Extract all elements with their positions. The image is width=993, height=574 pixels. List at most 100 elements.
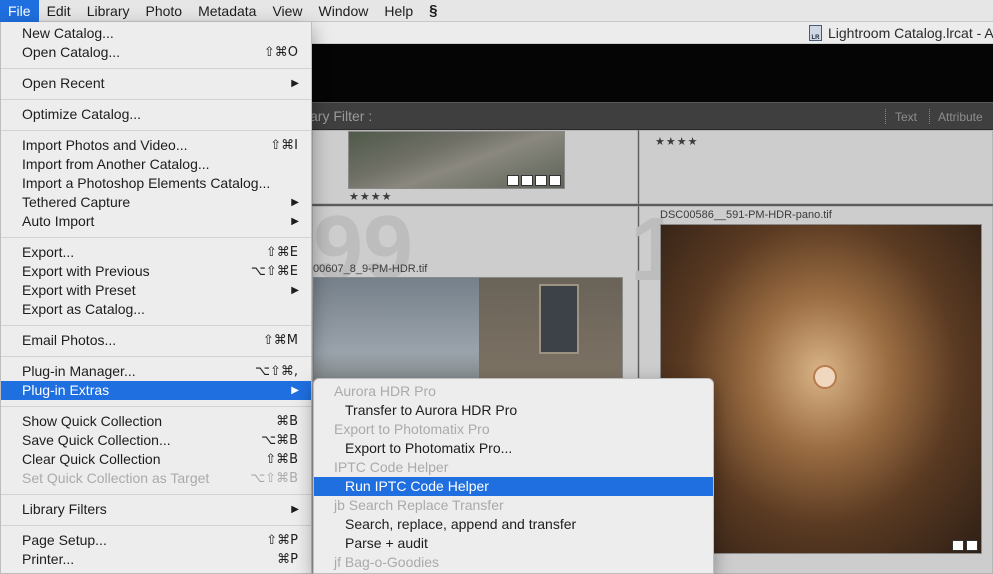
menu-item-label: Open Catalog... [22,44,121,60]
menu-item-transfer-aurora[interactable]: Transfer to Aurora HDR Pro [314,401,713,420]
menu-item-clear-quick-collection[interactable]: Clear Quick Collection ⇧⌘B [1,450,311,469]
menu-item-label: Auto Import [22,213,95,229]
file-menu: New Catalog... Open Catalog... ⇧⌘O Open R… [0,22,312,574]
menu-item-label: Open Recent [22,75,105,91]
menu-view[interactable]: View [264,0,310,22]
menu-item-plugin-manager[interactable]: Plug-in Manager... ⌥⇧⌘, [1,362,311,381]
shortcut-label: ⌥⇧⌘B [250,471,298,486]
menu-item-label: Tethered Capture [22,194,131,210]
shortcut-label: ⇧⌘B [265,452,298,467]
menu-item-label: Export... [22,244,75,260]
shortcut-label: ⇧⌘P [266,533,298,548]
menu-item-export-with-previous[interactable]: Export with Previous ⌥⇧⌘E [1,262,311,281]
submenu-arrow-icon: ▶ [291,285,299,296]
church-window [539,284,579,354]
menu-bar: File Edit Library Photo Metadata View Wi… [0,0,993,22]
menu-separator [1,494,311,495]
filter-divider [929,109,930,124]
menu-item-label: Clear Quick Collection [22,451,161,467]
menu-item-label: Export with Previous [22,263,150,279]
script-s-icon[interactable]: § [421,2,445,19]
filter-tab-attribute[interactable]: Attribute [938,110,983,124]
menu-photo[interactable]: Photo [137,0,190,22]
submenu-arrow-icon: ▶ [291,216,299,227]
plugin-extras-submenu: Aurora HDR Pro Transfer to Aurora HDR Pr… [313,378,714,574]
window-titlebar: LR Lightroom Catalog.lrcat - A [312,22,993,44]
menu-item-email-photos[interactable]: Email Photos... ⇧⌘M [1,331,311,350]
menu-item-printer[interactable]: Printer... ⌘P [1,550,311,569]
menu-item-label: Email Photos... [22,332,117,348]
menu-file[interactable]: File [0,0,39,22]
rose-window [813,365,837,389]
menu-item-label: Import from Another Catalog... [22,156,210,172]
menu-item-parse-audit[interactable]: Parse + audit [314,534,713,553]
menu-separator [1,237,311,238]
menu-item-export-photomatix[interactable]: Export to Photomatix Pro... [314,439,713,458]
grid-cell[interactable]: ★★★★ [312,130,638,204]
shortcut-label: ⌥⇧⌘E [250,264,298,279]
menu-separator [1,130,311,131]
menu-item-label: New Catalog... [22,25,114,41]
keyword-badge-icon[interactable] [952,540,964,551]
menu-item-label: Library Filters [22,501,107,517]
menu-item-label: Show Quick Collection [22,413,163,429]
menu-item-label: Export to Photomatix Pro... [345,440,513,456]
menu-item-import-elements-catalog[interactable]: Import a Photoshop Elements Catalog... [1,174,311,193]
develop-badge-icon[interactable] [549,175,561,186]
comment-badge-icon[interactable] [521,175,533,186]
menu-item-label: Import a Photoshop Elements Catalog... [22,175,271,191]
menu-item-run-iptc-code-helper[interactable]: Run IPTC Code Helper [314,477,713,496]
grid-cell[interactable]: ★★★★ [639,130,993,204]
menu-item-open-catalog[interactable]: Open Catalog... ⇧⌘O [1,43,311,62]
menu-item-library-filters[interactable]: Library Filters ▶ [1,500,311,519]
menu-item-export-with-preset[interactable]: Export with Preset ▶ [1,281,311,300]
star-rating[interactable]: ★★★★ [655,135,698,148]
shortcut-label: ⌥⌘B [261,433,298,448]
menu-item-import-another-catalog[interactable]: Import from Another Catalog... [1,155,311,174]
menu-item-save-quick-collection[interactable]: Save Quick Collection... ⌥⌘B [1,431,311,450]
thumbnail-badges [952,540,978,551]
identity-plate [312,44,993,102]
comment-badge-icon[interactable] [966,540,978,551]
shortcut-label: ⌘P [277,552,298,567]
library-filter-bar: ary Filter : Text Attribute [310,102,993,130]
menu-window[interactable]: Window [311,0,377,22]
menu-item-label: Transfer to Aurora HDR Pro [345,402,518,418]
photo-filename: DSC00586__591-PM-HDR-pano.tif [660,209,832,221]
menu-item-export-as-catalog[interactable]: Export as Catalog... [1,300,311,319]
menu-item-tethered-capture[interactable]: Tethered Capture ▶ [1,193,311,212]
menu-item-new-catalog[interactable]: New Catalog... [1,24,311,43]
menu-item-export[interactable]: Export... ⇧⌘E [1,243,311,262]
submenu-header-iptc: IPTC Code Helper [314,458,713,477]
menu-item-page-setup[interactable]: Page Setup... ⇧⌘P [1,531,311,550]
menu-separator [1,99,311,100]
menu-item-label: Import Photos and Video... [22,137,188,153]
menu-help[interactable]: Help [376,0,421,22]
menu-separator [1,68,311,69]
menu-item-set-quick-collection-target: Set Quick Collection as Target ⌥⇧⌘B [1,469,311,488]
menu-metadata[interactable]: Metadata [190,0,264,22]
menu-item-search-replace-transfer[interactable]: Search, replace, append and transfer [314,515,713,534]
keyword-badge-icon[interactable] [507,175,519,186]
menu-edit[interactable]: Edit [39,0,79,22]
shortcut-label: ⇧⌘M [262,333,298,348]
menu-item-plugin-extras[interactable]: Plug-in Extras ▶ [1,381,311,400]
submenu-header-jb-search-replace: jb Search Replace Transfer [314,496,713,515]
shortcut-label: ⇧⌘E [265,245,298,260]
menu-item-label: Search, replace, append and transfer [345,516,577,532]
filter-tab-text[interactable]: Text [895,110,917,124]
crop-badge-icon[interactable] [535,175,547,186]
menu-item-optimize-catalog[interactable]: Optimize Catalog... [1,105,311,124]
window-title: Lightroom Catalog.lrcat - A [828,25,993,41]
photo-thumbnail[interactable] [348,131,565,189]
shortcut-label: ⇧⌘I [270,138,298,153]
menu-library[interactable]: Library [79,0,138,22]
photo-filename: 00607_8_9-PM-HDR.tif [313,263,428,275]
menu-item-label: Page Setup... [22,532,107,548]
menu-item-show-quick-collection[interactable]: Show Quick Collection ⌘B [1,412,311,431]
menu-item-import-photos[interactable]: Import Photos and Video... ⇧⌘I [1,136,311,155]
menu-item-auto-import[interactable]: Auto Import ▶ [1,212,311,231]
menu-item-label: Printer... [22,551,75,567]
submenu-arrow-icon: ▶ [291,504,299,515]
menu-item-open-recent[interactable]: Open Recent ▶ [1,74,311,93]
